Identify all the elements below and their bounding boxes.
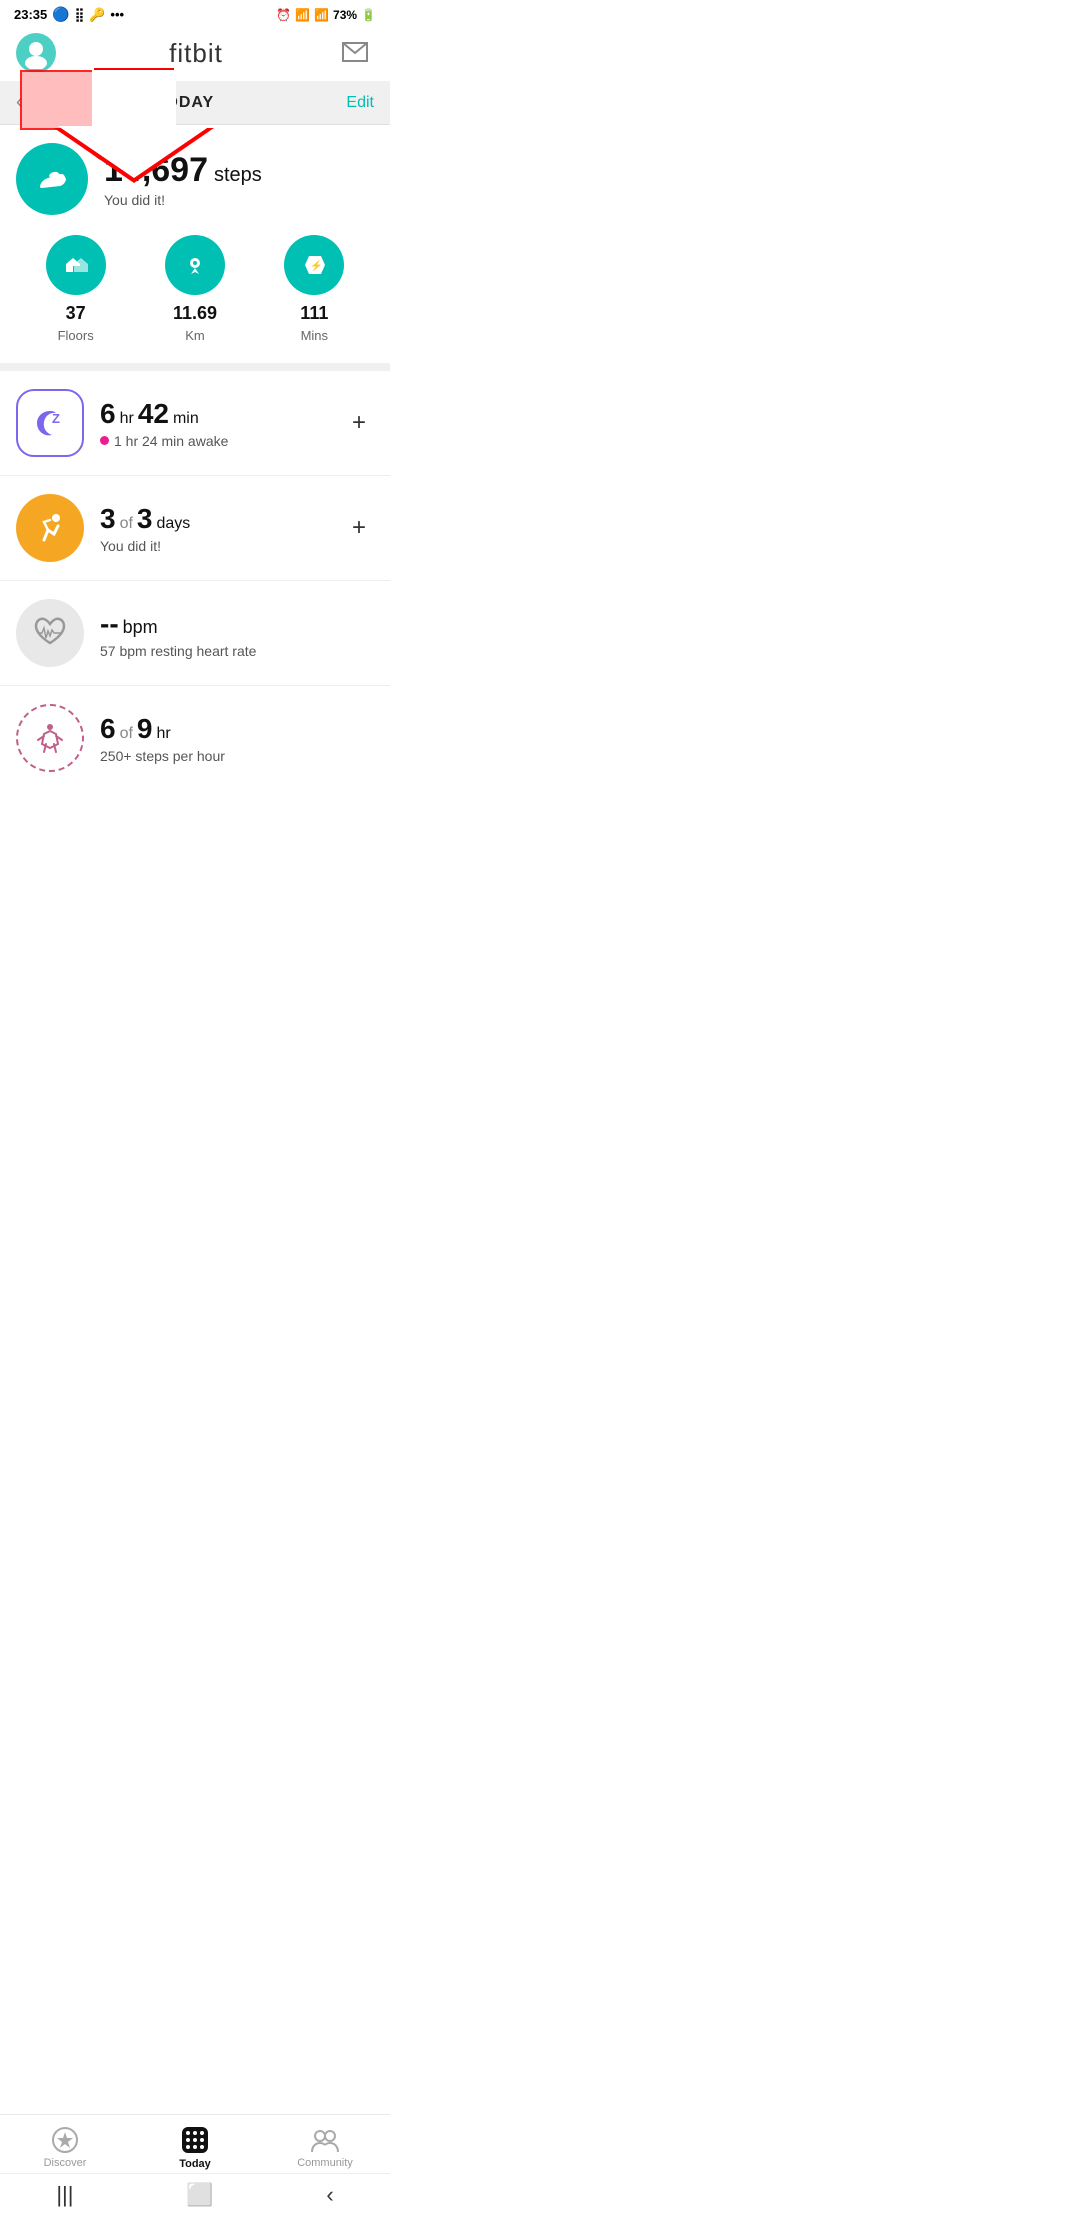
- sleep-hours: 6: [100, 398, 116, 430]
- km-label: Km: [185, 328, 205, 343]
- heart-rate-icon: [16, 599, 84, 667]
- activity-add-button[interactable]: +: [344, 510, 374, 546]
- mins-value: 111: [300, 303, 328, 324]
- bottom-nav: Discover Today: [0, 2114, 390, 2176]
- sleep-icon: Z: [16, 389, 84, 457]
- awake-dot: [100, 436, 109, 445]
- sleep-row[interactable]: Z 6 hr 42 min 1 hr 24 min awake +: [0, 371, 390, 476]
- activity-total: 3: [137, 503, 153, 535]
- mins-label: Mins: [301, 328, 328, 343]
- sleep-hr-label: hr: [120, 410, 134, 428]
- active-hours-current: 6: [100, 713, 116, 745]
- avatar[interactable]: [16, 33, 56, 73]
- floors-metric[interactable]: 37 Floors: [16, 235, 135, 343]
- km-value: 11.69: [173, 303, 217, 324]
- heart-rate-row[interactable]: -- bpm 57 bpm resting heart rate: [0, 581, 390, 686]
- nav-community[interactable]: Community: [260, 2126, 390, 2169]
- active-hours-unit: hr: [157, 725, 171, 743]
- floors-label: Floors: [58, 328, 94, 343]
- steps-count: 14,697: [104, 151, 208, 190]
- mins-metric[interactable]: ⚡ 111 Mins: [255, 235, 374, 343]
- steps-sub: You did it!: [104, 192, 262, 208]
- steps-icon[interactable]: [16, 143, 88, 215]
- heart-rate-sub: 57 bpm resting heart rate: [100, 643, 374, 659]
- svg-text:Z: Z: [52, 411, 60, 426]
- wifi-icon: 📶: [295, 8, 310, 22]
- status-bar: 23:35 🔵 ⣿ 🔑 ••• ⏰ 📶 📶 73% 🔋: [0, 0, 390, 27]
- active-hours-row[interactable]: 6 of 9 hr 250+ steps per hour: [0, 686, 390, 790]
- km-metric[interactable]: 11.69 Km: [135, 235, 254, 343]
- steps-section: 14,697 steps You did it! 37 Floors: [0, 125, 390, 363]
- mail-button[interactable]: [336, 34, 374, 72]
- active-hours-total: 9: [137, 713, 153, 745]
- sleep-min-label: min: [173, 410, 199, 428]
- activity-unit: days: [157, 515, 191, 533]
- section-divider-1: [0, 363, 390, 371]
- active-hours-of: of: [120, 725, 133, 743]
- battery-text: 73%: [333, 8, 357, 22]
- system-nav-recents[interactable]: |||: [56, 2182, 73, 2208]
- nav-today[interactable]: Today: [130, 2125, 260, 2170]
- app-header: fitbit: [0, 27, 390, 81]
- heart-rate-unit: bpm: [123, 617, 158, 638]
- steps-unit: steps: [214, 164, 262, 187]
- alarm-icon: ⏰: [276, 8, 291, 22]
- active-hours-sub: 250+ steps per hour: [100, 748, 374, 764]
- detail-section: Z 6 hr 42 min 1 hr 24 min awake +: [0, 371, 390, 790]
- nav-community-label: Community: [297, 2157, 353, 2169]
- date-nav-bar: ‹ TODAY Edit: [0, 81, 390, 125]
- activity-row[interactable]: 3 of 3 days You did it! +: [0, 476, 390, 581]
- grid-icon: ⣿: [75, 7, 85, 23]
- app-title: fitbit: [169, 38, 223, 69]
- more-icon: •••: [110, 7, 124, 22]
- system-nav: ||| ⬜ ‹: [0, 2173, 390, 2220]
- signal-icon: 📶: [314, 8, 329, 22]
- key-icon: 🔑: [89, 7, 105, 23]
- activity-sub: You did it!: [100, 538, 328, 554]
- sleep-add-button[interactable]: +: [344, 405, 374, 441]
- floors-value: 37: [66, 303, 86, 324]
- system-nav-back[interactable]: ‹: [326, 2182, 333, 2208]
- nav-discover-label: Discover: [44, 2157, 87, 2169]
- time-display: 23:35: [14, 7, 47, 22]
- active-hours-icon: [16, 704, 84, 772]
- system-nav-home[interactable]: ⬜: [186, 2182, 213, 2208]
- edit-button[interactable]: Edit: [346, 94, 374, 112]
- battery-icon: 🔋: [361, 8, 376, 22]
- sleep-sub: 1 hr 24 min awake: [100, 433, 328, 449]
- sleep-mins: 42: [138, 398, 169, 430]
- activity-of: of: [120, 515, 133, 533]
- svg-text:⚡: ⚡: [310, 259, 322, 272]
- nav-today-label: Today: [179, 2158, 211, 2170]
- activity-icon: [16, 494, 84, 562]
- pokemon-go-icon: 🔵: [52, 6, 69, 23]
- heart-rate-current: --: [100, 608, 119, 640]
- date-title: TODAY: [155, 94, 214, 112]
- nav-discover[interactable]: Discover: [0, 2126, 130, 2169]
- activity-current: 3: [100, 503, 116, 535]
- back-button[interactable]: ‹: [16, 91, 23, 114]
